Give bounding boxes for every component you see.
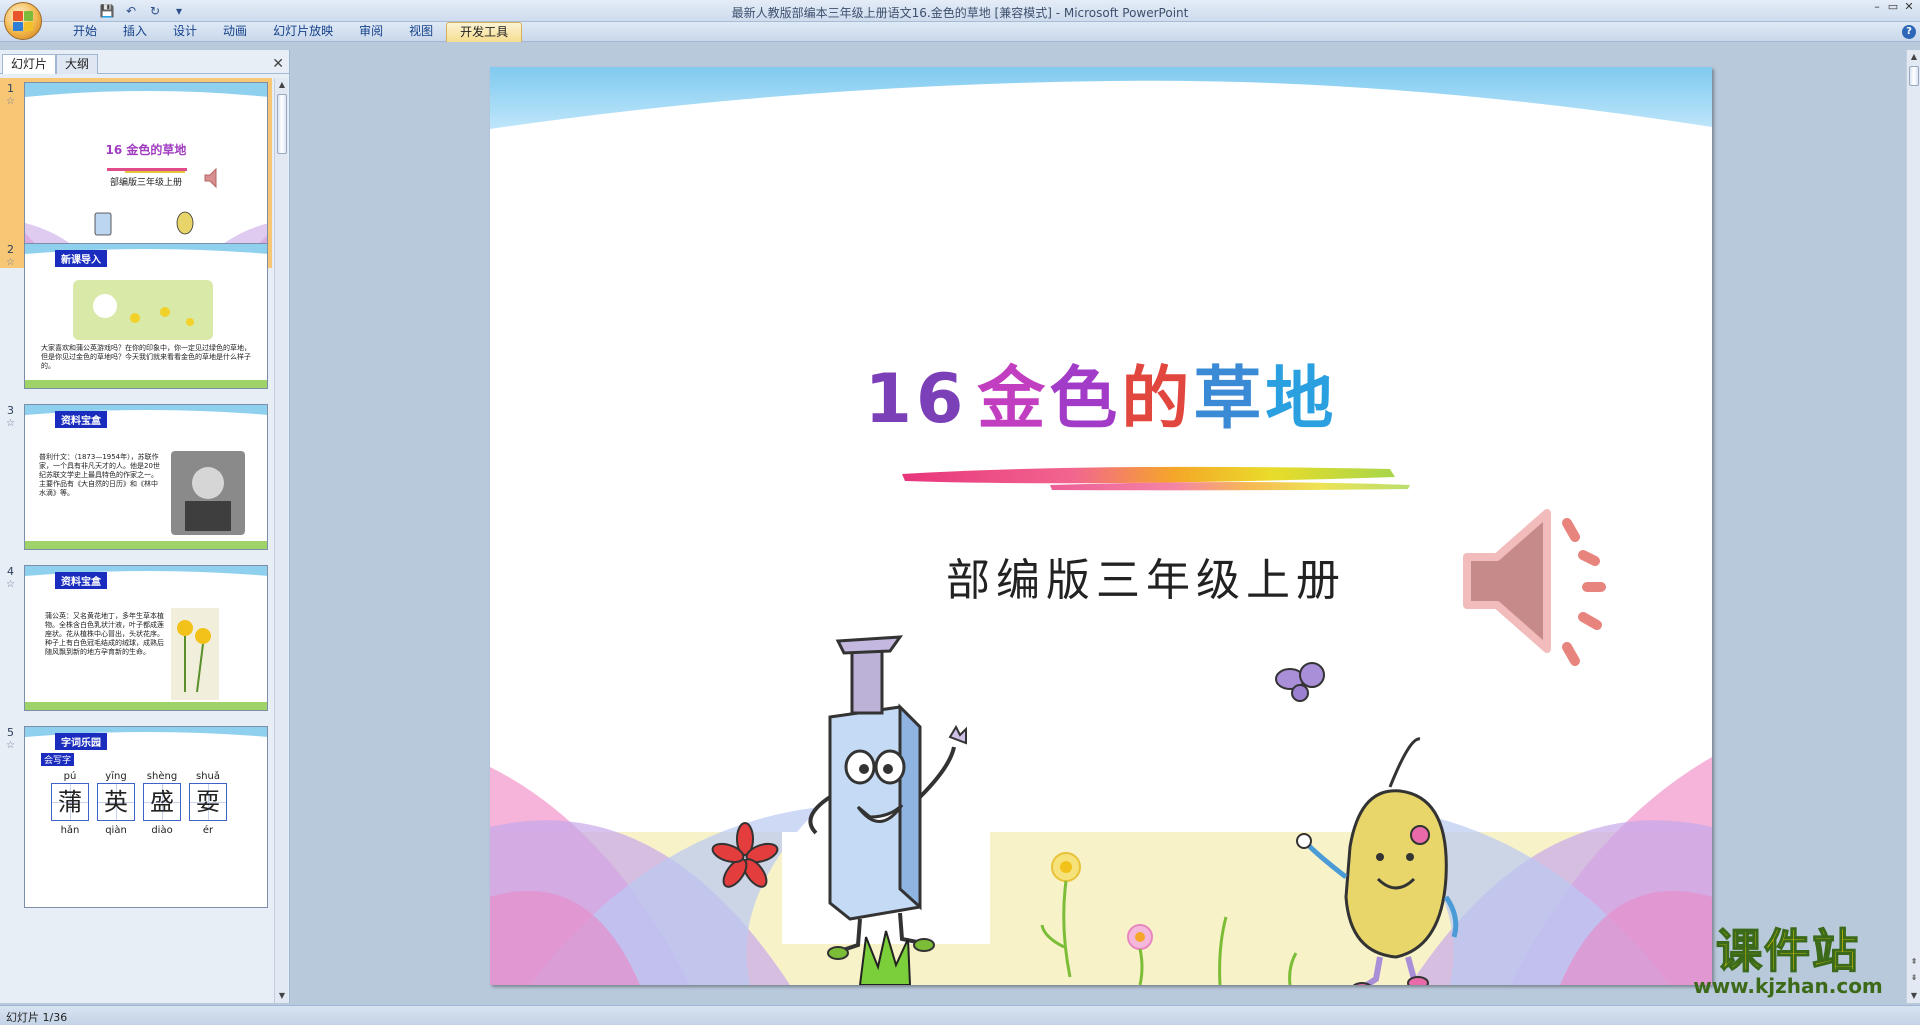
slide-number: 2 <box>7 243 14 256</box>
pinyin: shèng <box>146 771 178 782</box>
scrollbar-thumb[interactable] <box>1909 66 1919 86</box>
char-cell: pú 蒲 <box>51 771 89 821</box>
char-cell: shèng 盛 <box>143 771 181 821</box>
ribbon-tabs: 开始 插入 设计 动画 幻灯片放映 审阅 视图 开发工具 <box>60 22 523 42</box>
char-cell: diào <box>143 821 181 837</box>
thumb-background <box>25 83 267 263</box>
scrollbar-thumb[interactable] <box>277 94 287 154</box>
thumb-header: 字词乐园 <box>55 733 107 750</box>
previous-slide-icon[interactable]: ⇞ <box>1907 955 1920 969</box>
char-cell: hǎn <box>51 821 89 837</box>
pane-tabs: 幻灯片 大纲 ✕ <box>0 54 290 74</box>
tab-review[interactable]: 审阅 <box>346 22 396 42</box>
ribbon-tabs-bar: 开始 插入 设计 动画 幻灯片放映 审阅 视图 开发工具 ? <box>0 22 1920 42</box>
slide-subtitle[interactable]: 部编版三年级上册 <box>490 544 1712 608</box>
animation-star-icon: ☆ <box>6 257 15 268</box>
editor-scrollbar[interactable]: ▲ ⇞ ⇟ ▼ <box>1906 50 1920 1003</box>
slide-thumbnail-image: 资料宝盒 普利什文：（1873—1954年），苏联作家，一个具有非凡天才的人。他… <box>24 404 268 550</box>
slides-pane: 幻灯片 大纲 ✕ 1 ☆ 16 金色的草地 部编版三年级上册 2 ☆ 新课导入 … <box>0 50 290 1003</box>
slide-thumbnails: 1 ☆ 16 金色的草地 部编版三年级上册 2 ☆ 新课导入 大家喜欢和蒲公英游… <box>0 78 272 1003</box>
slide-number: 1 <box>7 82 14 95</box>
hanzi: 英 <box>97 783 135 821</box>
tab-animations[interactable]: 动画 <box>210 22 260 42</box>
tab-design[interactable]: 设计 <box>160 22 210 42</box>
watermark-url: www.kjzhan.com <box>1693 974 1883 998</box>
slide-thumbnail-5[interactable]: 5 ☆ 字词乐园 会写字 pú 蒲 yīng 英 shèng 盛 shuǎ 耍 hǎn … <box>0 722 272 912</box>
watermark-text: 课件站 <box>1715 924 1860 978</box>
thumbnails-scrollbar[interactable]: ▲ ▼ <box>274 78 288 1003</box>
pinyin: pú <box>63 771 77 782</box>
next-slide-icon[interactable]: ⇟ <box>1907 971 1920 985</box>
char-cell: yīng 英 <box>97 771 135 821</box>
scroll-up-icon[interactable]: ▲ <box>275 78 289 92</box>
title-char: 的 <box>1121 360 1194 439</box>
pinyin: yīng <box>105 771 127 782</box>
thumb-text: 大家喜欢和蒲公英游戏吗？在你的印象中，你一定见过绿色的草地，但是你见过金色的草地… <box>41 344 251 370</box>
slide-background <box>490 67 1712 985</box>
slide-thumbnail-image: 新课导入 大家喜欢和蒲公英游戏吗？在你的印象中，你一定见过绿色的草地，但是你见过… <box>24 243 268 389</box>
pinyin: hǎn <box>60 825 80 836</box>
thumb-header: 资料宝盒 <box>55 572 107 589</box>
current-slide[interactable]: 16 金色的草地 部编版三年级上册 <box>490 67 1712 985</box>
thumb-header: 资料宝盒 <box>55 411 107 428</box>
pinyin: ér <box>202 825 214 836</box>
title-char: 金 <box>977 360 1050 439</box>
tab-insert[interactable]: 插入 <box>110 22 160 42</box>
thumb-title: 16 金色的草地 <box>105 143 187 157</box>
hanzi: 盛 <box>143 783 181 821</box>
close-button[interactable]: ✕ <box>1902 0 1916 14</box>
pinyin: qiàn <box>105 825 127 836</box>
animation-star-icon: ☆ <box>6 418 15 429</box>
window-title: 最新人教版部编本三年级上册语文16.金色的草地 [兼容模式] - Microso… <box>731 6 1189 20</box>
slide-counter: 幻灯片 1/36 <box>6 1011 68 1024</box>
hanzi: 耍 <box>189 783 227 821</box>
close-pane-icon[interactable]: ✕ <box>272 56 284 72</box>
tab-slides[interactable]: 幻灯片 <box>2 54 57 74</box>
pinyin: diào <box>151 825 173 836</box>
title-char: 地 <box>1265 360 1338 439</box>
animation-star-icon: ☆ <box>6 579 15 590</box>
title-number: 16 <box>864 360 968 439</box>
site-watermark: 课件站 www.kjzhan.com <box>1668 924 1908 998</box>
pinyin-grid: pú 蒲 yīng 英 shèng 盛 shuǎ 耍 hǎn qiàn diào ér <box>51 771 227 837</box>
tab-view[interactable]: 视图 <box>396 22 446 42</box>
tab-outline[interactable]: 大纲 <box>56 54 99 74</box>
title-char: 草 <box>1193 360 1266 439</box>
status-bar: 幻灯片 1/36 <box>0 1005 1920 1025</box>
tab-developer[interactable]: 开发工具 <box>446 22 523 42</box>
char-cell: ér <box>189 821 227 837</box>
office-button[interactable] <box>4 2 42 40</box>
pinyin: shuǎ <box>195 771 220 782</box>
thumb-subtitle: 部编版三年级上册 <box>109 178 182 188</box>
thumb-header: 新课导入 <box>55 250 107 267</box>
scroll-down-icon[interactable]: ▼ <box>275 989 289 1003</box>
slide-number: 3 <box>7 404 14 417</box>
slide-title[interactable]: 16 金色的草地 <box>490 343 1712 442</box>
help-icon[interactable]: ? <box>1902 25 1916 39</box>
slide-number: 4 <box>7 565 14 578</box>
slide-number: 5 <box>7 726 14 739</box>
animation-star-icon: ☆ <box>6 96 15 107</box>
slide-thumbnail-image: 字词乐园 会写字 pú 蒲 yīng 英 shèng 盛 shuǎ 耍 hǎn qiàn… <box>24 726 268 908</box>
thumb-text: 蒲公英：又名黄花地丁，多年生草本植物。全株含白色乳状汁液，叶子都成莲座状。花从植… <box>45 612 164 656</box>
hanzi: 蒲 <box>51 783 89 821</box>
thumb-text: 普利什文：（1873—1954年），苏联作家，一个具有非凡天才的人。他是20世纪… <box>39 453 160 497</box>
title-bar: 💾 ↶ ↻ ▾ 最新人教版部编本三年级上册语文16.金色的草地 [兼容模式] -… <box>0 0 1920 40</box>
window-controls: – ▭ ✕ <box>1870 0 1916 14</box>
animation-star-icon: ☆ <box>6 740 15 751</box>
title-char: 色 <box>1049 360 1122 439</box>
scroll-up-icon[interactable]: ▲ <box>1907 50 1920 64</box>
tab-home[interactable]: 开始 <box>60 22 110 42</box>
office-logo-icon <box>13 11 33 31</box>
char-cell: shuǎ 耍 <box>189 771 227 821</box>
thumb-badge: 会写字 <box>41 753 75 766</box>
slide-thumbnail-image: 资料宝盒 蒲公英：又名黄花地丁，多年生草本植物。全株含白色乳状汁液，叶子都成莲座… <box>24 565 268 711</box>
slide-thumbnail-image: 16 金色的草地 部编版三年级上册 <box>24 82 268 264</box>
restore-button[interactable]: ▭ <box>1886 0 1900 14</box>
tab-slideshow[interactable]: 幻灯片放映 <box>260 22 346 42</box>
scroll-down-icon[interactable]: ▼ <box>1907 989 1920 1003</box>
minimize-button[interactable]: – <box>1870 0 1884 14</box>
char-cell: qiàn <box>97 821 135 837</box>
